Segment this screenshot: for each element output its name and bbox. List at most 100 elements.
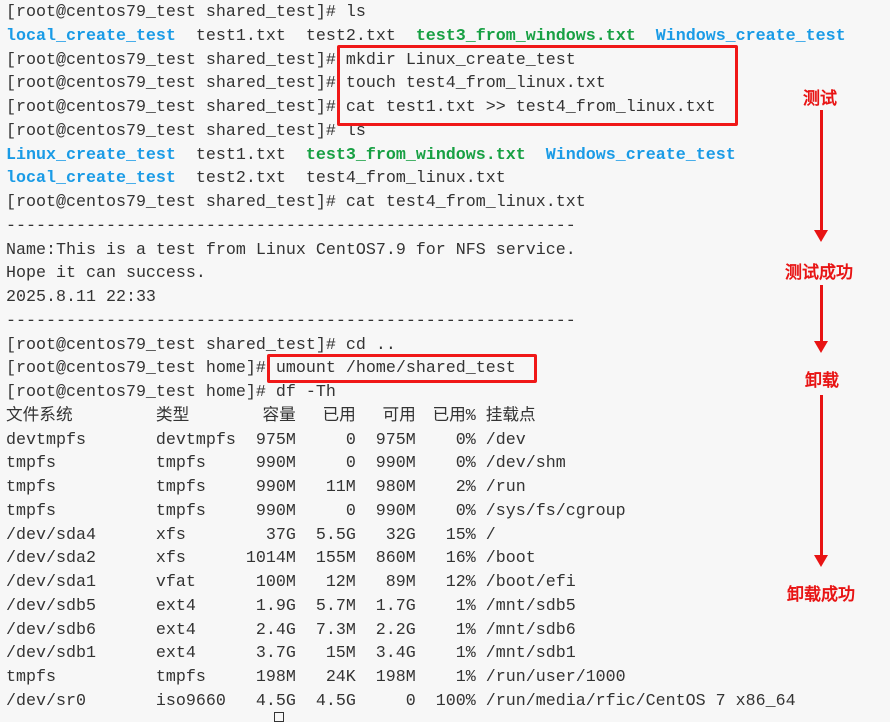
filesystem-cell: 文件系统 [6, 406, 73, 426]
mounted-on-cell: /run/user/1000 [485, 668, 626, 687]
highlight-box-umount [267, 354, 537, 383]
terminal-text: [root@centos79_test shared_test]# [6, 50, 346, 70]
type-cell: 类型 [155, 406, 190, 426]
size-cell: 1.9G [255, 596, 296, 616]
mounted-on-cell: /sys/fs/cgroup [485, 501, 626, 521]
mounted-on-cell: /run [485, 478, 526, 497]
used-cell: 0 [345, 501, 356, 521]
terminal-cursor [274, 712, 284, 722]
filesystem-cell: tmpfs [6, 454, 56, 474]
terminal-text: [root@centos79_test home]# [6, 359, 276, 379]
annotation-unmount: 卸载 [805, 371, 839, 391]
filesystem-cell: /dev/sda2 [6, 549, 96, 569]
avail-cell: 1.7G [375, 596, 416, 616]
type-cell: ext4 [155, 644, 196, 664]
terminal-text: 2025.8.11 22:33 [6, 288, 156, 307]
mounted-on-cell: /boot [485, 549, 536, 569]
avail-cell: 990M [375, 454, 416, 474]
use-percent-cell: 0% [455, 430, 476, 450]
df-table-row: tmpfs tmpfs 198M 24K 198M 1% /run/user/1000 [6, 666, 846, 690]
directory-name: Windows_create_test [655, 26, 846, 46]
avail-cell: 0 [405, 691, 416, 711]
type-cell: tmpfs [155, 478, 206, 497]
filesystem-cell: /dev/sdb6 [6, 620, 96, 640]
df-table-row: /dev/sda4 xfs 37G 5.5G 32G 15% / [6, 524, 846, 548]
arrow-down-icon [814, 395, 828, 567]
df-table-row: /dev/sdb1 ext4 3.7G 15M 3.4G 1% /mnt/sdb1 [6, 642, 846, 666]
terminal-text: Hope it can success. [6, 264, 206, 284]
type-cell: vfat [155, 573, 196, 592]
avail-cell: 975M [375, 430, 416, 450]
avail-cell: 990M [375, 501, 416, 521]
terminal-text: test2.txt test4_from_linux.txt [175, 169, 506, 189]
terminal-line: local_create_test test2.txt test4_from_l… [6, 167, 846, 191]
size-cell: 100M [255, 573, 296, 592]
avail-cell: 198M [375, 668, 416, 687]
avail-cell: 860M [375, 549, 416, 569]
df-table-row: /dev/sdb5 ext4 1.9G 5.7M 1.7G 1% /mnt/sdb5 [6, 595, 846, 619]
terminal-line: [root@centos79_test shared_test]# cat te… [6, 191, 846, 215]
filesystem-cell: /dev/sda1 [6, 573, 96, 592]
terminal-text: test1.txt [175, 145, 306, 165]
directory-name: local_create_test [6, 169, 176, 189]
terminal-line: Name:This is a test from Linux CentOS7.9… [6, 239, 846, 263]
terminal-text: [root@centos79_test shared_test]# [6, 74, 346, 94]
mounted-on-cell: /mnt/sdb1 [485, 644, 576, 664]
filesystem-cell: /dev/sda4 [6, 525, 96, 545]
size-cell: 2.4G [255, 620, 296, 640]
size-cell: 4.5G [255, 691, 296, 711]
mounted-on-cell: /mnt/sdb6 [485, 620, 576, 640]
use-percent-cell: 15% [445, 525, 476, 545]
used-cell: 7.3M [315, 620, 356, 640]
avail-cell: 980M [375, 478, 416, 497]
terminal-line: [root@centos79_test home]# df -Th [6, 381, 846, 405]
mounted-on-cell: /dev [485, 430, 526, 450]
use-percent-cell: 16% [445, 549, 476, 569]
type-cell: iso9660 [155, 691, 226, 711]
size-cell: 990M [255, 478, 296, 497]
highlight-box-commands [337, 45, 738, 126]
size-cell: 198M [255, 668, 296, 687]
used-cell: 11M [325, 478, 356, 497]
filesystem-cell: /dev/sdb1 [6, 644, 96, 664]
terminal-text: ----------------------------------------… [6, 311, 576, 331]
terminal-line: ----------------------------------------… [6, 310, 846, 334]
size-cell: 容量 [262, 406, 296, 426]
type-cell: tmpfs [155, 501, 206, 521]
terminal-line: ----------------------------------------… [6, 215, 846, 239]
df-table-row: devtmpfs devtmpfs 975M 0 975M 0% /dev [6, 429, 846, 453]
use-percent-cell: 1% [455, 620, 476, 640]
terminal-text: cat test4_from_linux.txt [345, 193, 586, 212]
df-table-row: /dev/sda1 vfat 100M 12M 89M 12% /boot/efi [6, 571, 846, 595]
use-percent-cell: 1% [455, 668, 476, 687]
avail-cell: 可用 [382, 406, 416, 426]
used-cell: 0 [345, 454, 356, 474]
terminal-text: [root@centos79_test shared_test]# [6, 98, 346, 117]
filesystem-cell: tmpfs [6, 478, 56, 497]
used-cell: 已用 [322, 406, 356, 426]
annotation-unmount-success: 卸载成功 [787, 585, 855, 605]
mounted-on-cell: /dev/shm [485, 454, 566, 474]
terminal-text: [root@centos79_test shared_test]# [6, 335, 346, 355]
filesystem-cell: /dev/sr0 [6, 691, 86, 711]
df-table-row: /dev/sda2 xfs 1014M 155M 860M 16% /boot [6, 547, 846, 571]
type-cell: xfs [155, 549, 186, 569]
filesystem-cell: tmpfs [6, 668, 56, 687]
df-table-row: /dev/sdb6 ext4 2.4G 7.3M 2.2G 1% /mnt/sdb6 [6, 619, 846, 643]
use-percent-cell: 2% [455, 478, 476, 497]
df-table-row: tmpfs tmpfs 990M 11M 980M 2% /run [6, 476, 846, 500]
terminal-text: Name:This is a test from Linux CentOS7.9… [6, 240, 576, 260]
df-header-row: 文件系统 类型 容量 已用 可用 已用% 挂载点 [6, 405, 846, 429]
use-percent-cell: 已用% [432, 406, 476, 426]
avail-cell: 3.4G [375, 644, 416, 664]
arrow-down-icon [814, 285, 828, 353]
directory-name: Windows_create_test [545, 145, 736, 165]
type-cell: xfs [155, 525, 186, 545]
terminal-text: df -Th [275, 383, 336, 402]
type-cell: ext4 [155, 596, 196, 616]
used-cell: 12M [325, 573, 356, 592]
terminal-text: [root@centos79_test shared_test]# [6, 193, 346, 212]
annotation-test: 测试 [803, 89, 837, 109]
